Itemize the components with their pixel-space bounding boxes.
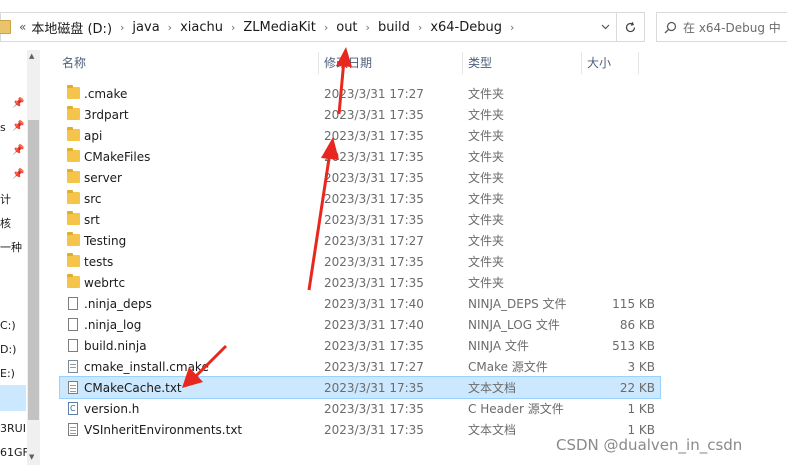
watermark: CSDN @dualven_in_csdn	[556, 436, 743, 454]
red-arrow-cmakecache	[182, 344, 228, 388]
red-arrow-up	[307, 137, 339, 291]
annotation-arrows	[182, 47, 352, 388]
red-arrow-out	[336, 47, 352, 115]
